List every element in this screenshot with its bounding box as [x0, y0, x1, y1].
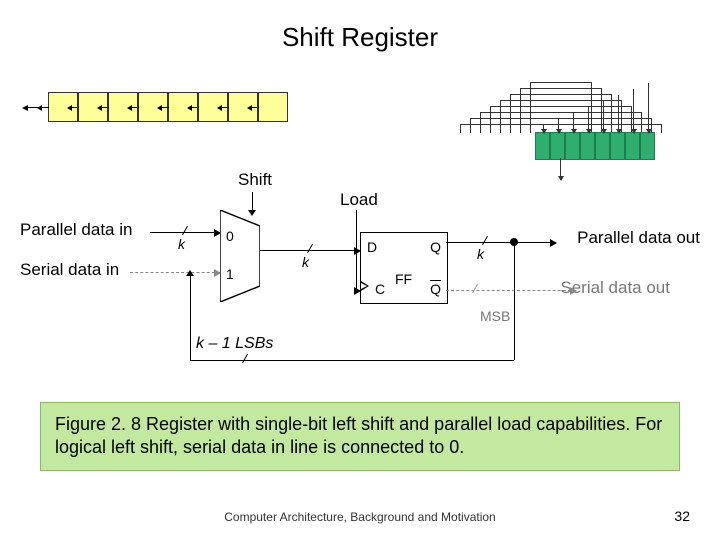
- rotate-cell: [565, 132, 580, 160]
- parallel-out-label: Parallel data out: [577, 228, 700, 248]
- ff-q: Q: [430, 239, 441, 255]
- ff-qbar: Q: [430, 281, 441, 297]
- figure-caption: Figure 2. 8 Register with single-bit lef…: [40, 402, 680, 471]
- slide-title: Shift Register: [0, 22, 720, 53]
- rotate-cell: [610, 132, 625, 160]
- ff-c: C: [375, 281, 385, 297]
- serial-in-label: Serial data in: [20, 260, 119, 280]
- mux-zero: 0: [226, 228, 234, 244]
- k-mark-1: k: [178, 236, 185, 252]
- kminus1-label: k – 1 LSBs: [196, 335, 273, 353]
- rotate-cell: [595, 132, 610, 160]
- rotate-cell: [535, 132, 550, 160]
- load-label: Load: [340, 190, 378, 210]
- rotate-cell: [550, 132, 565, 160]
- shift-cell: [258, 92, 288, 122]
- ff-label: FF: [395, 271, 412, 287]
- mux-one: 1: [226, 266, 234, 282]
- shift-left-cells: [48, 92, 288, 122]
- k-mark-3: k: [477, 246, 484, 262]
- mux-icon: 0 1: [220, 210, 260, 302]
- rotate-cell: [640, 132, 655, 160]
- parallel-in-label: Parallel data in: [20, 220, 132, 240]
- k-mark-2: k: [302, 254, 309, 270]
- rotate-cell: [580, 132, 595, 160]
- rotate-cell: [625, 132, 640, 160]
- page-number: 32: [674, 508, 690, 524]
- schematic: Shift Load Parallel data in Serial data …: [20, 200, 700, 390]
- msb-label: MSB: [480, 308, 510, 324]
- rotate-diagram: [440, 70, 680, 180]
- shift-label: Shift: [238, 170, 272, 190]
- flipflop-icon: D Q C Q FF: [360, 232, 448, 304]
- ff-d: D: [367, 239, 377, 255]
- footer-text: Computer Architecture, Background and Mo…: [0, 510, 720, 524]
